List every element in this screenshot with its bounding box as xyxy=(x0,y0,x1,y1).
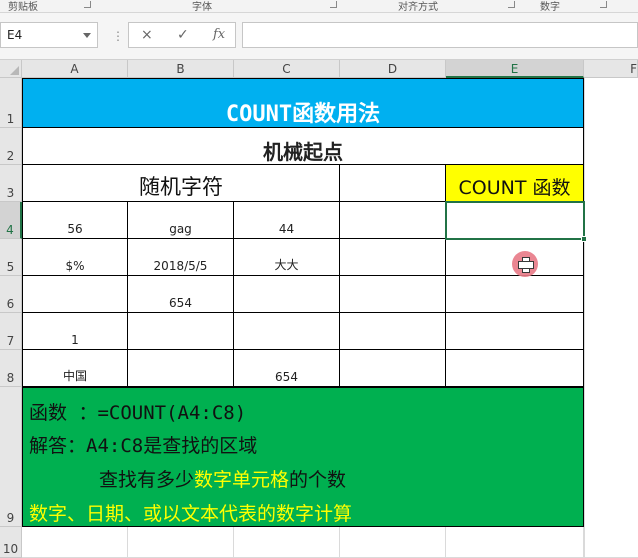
row-header-9[interactable]: 9 xyxy=(0,387,22,527)
number-launcher-icon[interactable] xyxy=(600,1,607,8)
note-explain-prefix: 查找有多少 xyxy=(99,469,195,491)
cell-d3[interactable] xyxy=(340,165,446,202)
column-header-a[interactable]: A xyxy=(22,60,128,78)
column-header-e[interactable]: E xyxy=(446,60,584,78)
ribbon-group-labels: 剪贴板 字体 对齐方式 数字 xyxy=(0,0,638,13)
cell-d5[interactable] xyxy=(340,239,446,276)
ribbon-group-alignment[interactable]: 对齐方式 xyxy=(398,0,438,13)
cell-c4[interactable]: 44 xyxy=(234,202,340,239)
cell-d7[interactable] xyxy=(340,313,446,350)
row-header-4[interactable]: 4 xyxy=(0,202,22,239)
cell-a10[interactable] xyxy=(22,527,128,558)
cell-b7[interactable] xyxy=(128,313,234,350)
alignment-launcher-icon[interactable] xyxy=(508,1,515,8)
title-cell[interactable]: COUNT函数用法 xyxy=(22,78,584,128)
column-header-d[interactable]: D xyxy=(340,60,446,78)
row-header-5[interactable]: 5 xyxy=(0,239,22,276)
ribbon-group-number[interactable]: 数字 xyxy=(540,0,560,13)
row-header-1[interactable]: 1 xyxy=(0,78,22,128)
mouse-cursor-icon xyxy=(512,251,538,277)
cell-d10[interactable] xyxy=(340,527,446,558)
cell-e6[interactable] xyxy=(446,276,584,313)
cell-a8[interactable]: 中国 xyxy=(22,350,128,387)
cell-a6[interactable] xyxy=(22,276,128,313)
cell-b8[interactable] xyxy=(128,350,234,387)
cell-b5[interactable]: 2018/5/5 xyxy=(128,239,234,276)
note-explain-suffix: 的个数 xyxy=(289,469,347,491)
cell-d6[interactable] xyxy=(340,276,446,313)
cell-a5[interactable]: $% xyxy=(22,239,128,276)
ribbon-group-font[interactable]: 字体 xyxy=(192,0,212,13)
random-characters-header[interactable]: 随机字符 xyxy=(22,165,340,202)
row-header-8[interactable]: 8 xyxy=(0,350,22,387)
explanation-cell[interactable]: 函数 ：=COUNT(A4:C8) 解答：A4:C8是查找的区域 查找有多少数字… xyxy=(22,387,584,527)
gridline xyxy=(584,78,585,558)
name-box-value: E4 xyxy=(7,28,23,42)
column-header-c[interactable]: C xyxy=(234,60,340,78)
cell-a7[interactable]: 1 xyxy=(22,313,128,350)
cell-d4[interactable] xyxy=(340,202,446,239)
cell-c8[interactable]: 654 xyxy=(234,350,340,387)
font-launcher-icon[interactable] xyxy=(330,1,337,8)
row-header-10[interactable]: 10 xyxy=(0,527,22,558)
clipboard-launcher-icon[interactable] xyxy=(84,1,91,8)
select-all-icon xyxy=(10,66,19,75)
cell-c7[interactable] xyxy=(234,313,340,350)
active-cell-selection xyxy=(445,201,587,242)
cell-c5[interactable]: 大大 xyxy=(234,239,340,276)
note-counting-rule-line: 数字、日期、或以文本代表的数字计算 xyxy=(29,503,353,525)
column-header-b[interactable]: B xyxy=(128,60,234,78)
enter-icon[interactable]: ✓ xyxy=(177,27,189,43)
more-options-icon[interactable]: ⋮ xyxy=(112,29,124,43)
cancel-icon[interactable]: × xyxy=(141,27,153,43)
cell-b6[interactable]: 654 xyxy=(128,276,234,313)
note-explain-highlight: 数字单元格 xyxy=(194,469,290,491)
row-header-3[interactable]: 3 xyxy=(0,165,22,202)
cell-c6[interactable] xyxy=(234,276,340,313)
formula-buttons: × ✓ fx xyxy=(128,22,236,48)
chevron-down-icon[interactable] xyxy=(83,33,91,38)
cell-d8[interactable] xyxy=(340,350,446,387)
cell-b10[interactable] xyxy=(128,527,234,558)
count-function-header[interactable]: COUNT 函数 xyxy=(446,165,584,202)
formula-bar: E4 ⋮ × ✓ fx xyxy=(0,13,638,60)
cell-b4[interactable]: gag xyxy=(128,202,234,239)
name-box[interactable]: E4 xyxy=(0,22,98,48)
select-all-button[interactable] xyxy=(0,60,22,78)
row-header-6[interactable]: 6 xyxy=(0,276,22,313)
row-header-7[interactable]: 7 xyxy=(0,313,22,350)
note-explain-line: 查找有多少数字单元格的个数 xyxy=(99,465,346,492)
cell-e8[interactable] xyxy=(446,350,584,387)
cell-e10[interactable] xyxy=(446,527,584,558)
cell-e7[interactable] xyxy=(446,313,584,350)
subtitle-cell[interactable]: 机械起点 xyxy=(22,128,584,165)
ribbon-group-clipboard[interactable]: 剪贴板 xyxy=(8,0,38,13)
column-header-f[interactable]: F xyxy=(584,60,638,78)
cell-c10[interactable] xyxy=(234,527,340,558)
note-formula-line: 函数 ：=COUNT(A4:C8) xyxy=(29,402,247,424)
formula-input[interactable] xyxy=(242,22,638,48)
note-answer-line: 解答：A4:C8是查找的区域 xyxy=(29,435,258,457)
cell-a4[interactable]: 56 xyxy=(22,202,128,239)
row-header-2[interactable]: 2 xyxy=(0,128,22,165)
insert-function-icon[interactable]: fx xyxy=(213,27,225,42)
fill-handle[interactable] xyxy=(581,236,587,242)
cell-select-cursor-icon xyxy=(518,257,534,273)
